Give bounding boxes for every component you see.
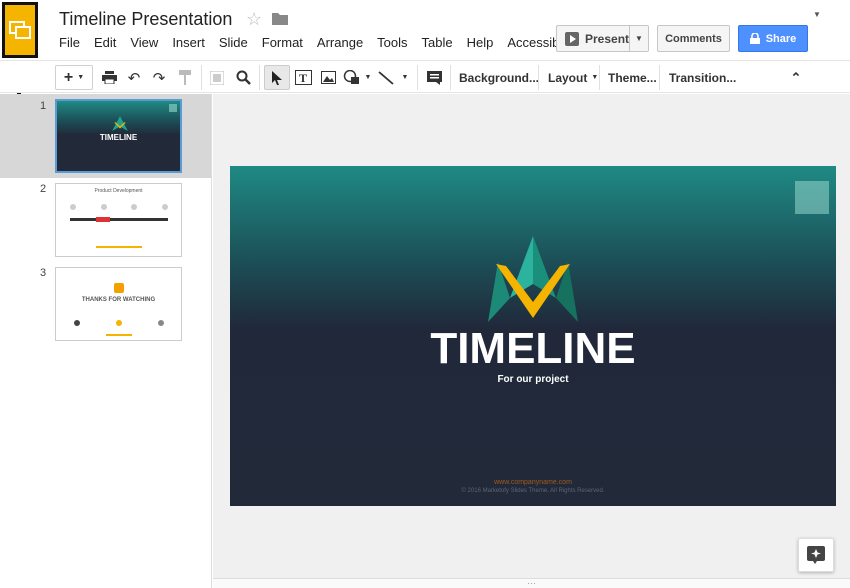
image-icon[interactable] bbox=[317, 65, 339, 90]
thumb-timeline-bar bbox=[70, 218, 168, 221]
share-button[interactable]: Share bbox=[738, 25, 808, 52]
toolbar-divider bbox=[417, 65, 418, 90]
menu-table[interactable]: Table bbox=[422, 35, 453, 50]
present-dropdown-icon[interactable]: ▼ bbox=[630, 26, 648, 51]
slide-subtitle[interactable]: For our project bbox=[230, 374, 836, 385]
thumb-footer-line bbox=[106, 334, 132, 336]
thumb-icons bbox=[70, 204, 168, 212]
slide-number: 2 bbox=[40, 183, 47, 195]
toolbar-divider bbox=[538, 65, 539, 90]
redo-icon[interactable]: ↷ bbox=[149, 65, 169, 90]
menu-bar: File Edit View Insert Slide Format Arran… bbox=[59, 35, 557, 50]
thumb-logo-icon bbox=[112, 116, 128, 131]
paint-format-icon[interactable] bbox=[175, 65, 195, 90]
menu-slide[interactable]: Slide bbox=[219, 35, 248, 50]
menu-help[interactable]: Help bbox=[467, 35, 494, 50]
account-caret-icon[interactable]: ▼ bbox=[813, 10, 821, 19]
line-caret-icon: ▼ bbox=[401, 74, 409, 81]
thumb-title: TIMELINE bbox=[99, 133, 138, 142]
new-slide-caret-icon[interactable]: ▼ bbox=[77, 74, 84, 81]
toolbar-divider bbox=[659, 65, 660, 90]
thumb-footer-line bbox=[96, 246, 142, 248]
slide-thumbnail-row-3[interactable]: 3 THANKS FOR WATCHING bbox=[0, 264, 211, 348]
toolbar-divider bbox=[599, 65, 600, 90]
menu-tools[interactable]: Tools bbox=[377, 35, 407, 50]
toolbar: + ▼ ↶ ↷ T ▼ ▼ Background... Layout ▼ The… bbox=[0, 60, 850, 93]
thumb-title: Product Development bbox=[94, 188, 143, 194]
new-slide-button[interactable]: + ▼ bbox=[55, 65, 93, 90]
plus-icon: + bbox=[63, 68, 74, 86]
layout-caret-icon: ▼ bbox=[591, 74, 599, 81]
transition-button[interactable]: Transition... bbox=[669, 65, 736, 90]
shape-icon[interactable]: ▼ bbox=[342, 65, 372, 90]
menu-insert[interactable]: Insert bbox=[172, 35, 205, 50]
undo-icon[interactable]: ↶ bbox=[124, 65, 144, 90]
slide-thumbnail-row-2[interactable]: 2 Product Development bbox=[0, 180, 211, 264]
slide-filmstrip: 1 TIMELINE 2 Product Development 3 THANK… bbox=[0, 94, 212, 588]
svg-text:T: T bbox=[299, 71, 307, 85]
explore-icon bbox=[807, 546, 825, 564]
thumb-timeline-highlight bbox=[96, 217, 110, 222]
layout-label: Layout bbox=[548, 70, 588, 85]
play-icon bbox=[565, 31, 579, 46]
collapse-toolbar-icon[interactable]: ⌃ bbox=[786, 65, 806, 90]
toolbar-divider bbox=[450, 65, 451, 90]
theme-button[interactable]: Theme... bbox=[608, 65, 657, 90]
thumb-title: THANKS FOR WATCHING bbox=[81, 297, 156, 303]
thumb-contacts bbox=[74, 320, 164, 326]
speaker-notes-handle[interactable]: ··· bbox=[213, 578, 850, 588]
slides-editor: Timeline Presentation ☆ File Edit View I… bbox=[0, 0, 850, 588]
slide-footer-url[interactable]: www.companyname.com bbox=[230, 479, 836, 486]
zoom-fit-icon[interactable] bbox=[207, 65, 227, 90]
present-label: Present bbox=[585, 31, 630, 46]
document-title[interactable]: Timeline Presentation bbox=[59, 9, 232, 30]
menu-accessibility[interactable]: Accessibility bbox=[507, 35, 557, 50]
slide-footer-copyright[interactable]: © 2016 Marketofy Slides Theme. All Right… bbox=[230, 488, 836, 494]
toolbar-divider bbox=[201, 65, 202, 90]
mountain-logo-icon[interactable] bbox=[488, 236, 578, 322]
share-label: Share bbox=[765, 32, 797, 45]
slide-number: 3 bbox=[40, 267, 47, 279]
folder-icon[interactable] bbox=[272, 12, 288, 25]
present-button[interactable]: Present ▼ bbox=[556, 25, 649, 52]
thumbs-up-icon bbox=[114, 283, 124, 293]
menu-arrange[interactable]: Arrange bbox=[317, 35, 363, 50]
menu-file[interactable]: File bbox=[59, 35, 80, 50]
select-cursor-icon[interactable] bbox=[264, 65, 290, 90]
slide-title[interactable]: TIMELINE bbox=[230, 324, 836, 374]
explore-button[interactable] bbox=[798, 538, 834, 572]
shape-caret-icon: ▼ bbox=[364, 74, 372, 81]
comments-button[interactable]: Comments bbox=[657, 25, 730, 52]
decorative-square[interactable] bbox=[795, 181, 829, 214]
comment-icon[interactable] bbox=[423, 65, 445, 90]
toolbar-divider bbox=[259, 65, 260, 90]
slide-thumbnail-1[interactable]: TIMELINE bbox=[55, 99, 182, 173]
slide-thumbnail-2[interactable]: Product Development bbox=[55, 183, 182, 257]
lock-icon bbox=[749, 33, 760, 44]
menu-edit[interactable]: Edit bbox=[94, 35, 116, 50]
current-slide[interactable]: TIMELINE For our project www.companyname… bbox=[230, 166, 836, 506]
zoom-icon[interactable] bbox=[232, 65, 254, 90]
star-icon[interactable]: ☆ bbox=[246, 9, 262, 30]
slide-number: 1 bbox=[40, 100, 47, 112]
layout-button[interactable]: Layout ▼ bbox=[548, 65, 598, 90]
line-icon[interactable]: ▼ bbox=[376, 65, 410, 90]
print-icon[interactable] bbox=[99, 65, 119, 90]
thumb-square bbox=[169, 104, 177, 112]
background-button[interactable]: Background... bbox=[459, 65, 539, 90]
slide-thumbnail-row-1[interactable]: 1 TIMELINE bbox=[0, 94, 211, 178]
menu-format[interactable]: Format bbox=[262, 35, 303, 50]
menu-view[interactable]: View bbox=[130, 35, 158, 50]
text-box-icon[interactable]: T bbox=[292, 65, 314, 90]
slide-thumbnail-3[interactable]: THANKS FOR WATCHING bbox=[55, 267, 182, 341]
slides-logo-icon[interactable] bbox=[2, 2, 38, 58]
